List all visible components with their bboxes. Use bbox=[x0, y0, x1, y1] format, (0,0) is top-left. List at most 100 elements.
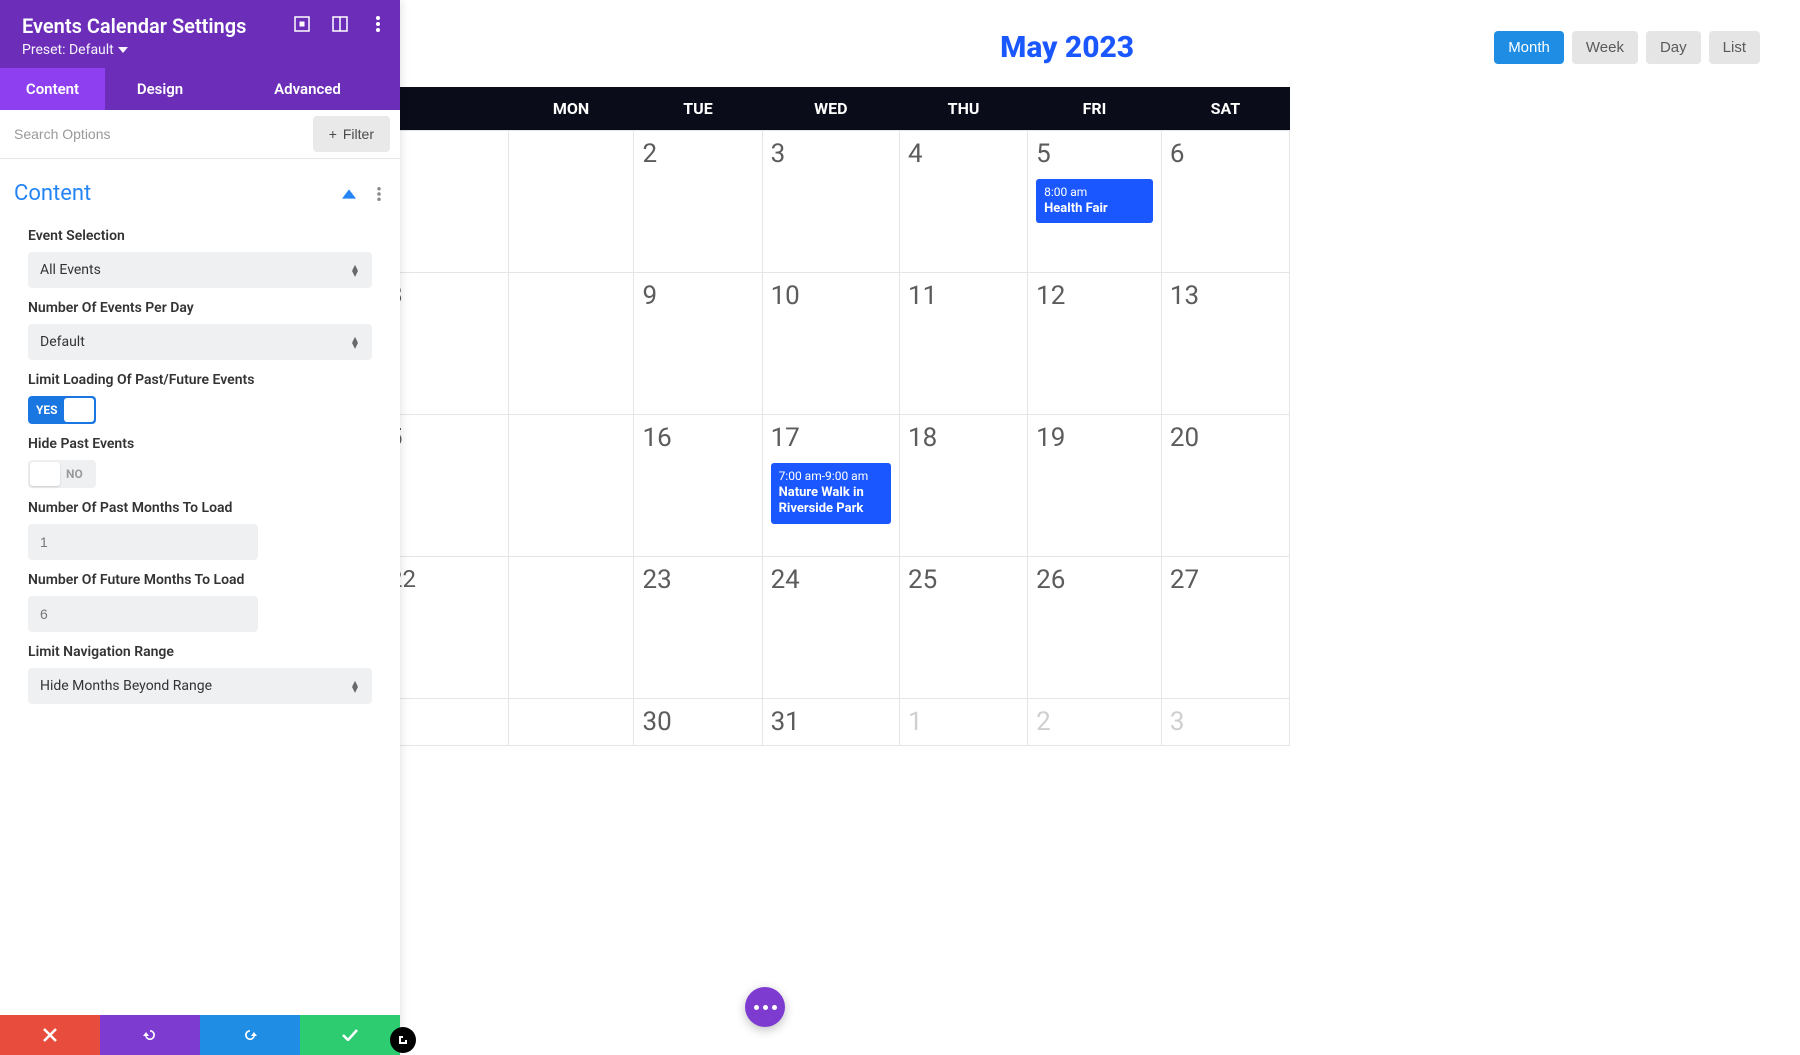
more-icon[interactable] bbox=[370, 16, 386, 36]
day-cell[interactable]: 25 bbox=[899, 557, 1027, 699]
input-future-months[interactable] bbox=[28, 596, 258, 632]
tab-content[interactable]: Content bbox=[0, 68, 105, 110]
tab-design[interactable]: Design bbox=[105, 68, 215, 110]
calendar-row: 5 16177:00 am-9:00 amNature Walk in River… bbox=[381, 415, 1290, 557]
label-future-months: Number Of Future Months To Load bbox=[28, 572, 258, 588]
preset-label: Preset: Default bbox=[22, 42, 114, 58]
calendar-row: 222324252627 bbox=[381, 557, 1290, 699]
day-header: WED bbox=[762, 87, 899, 131]
day-cell[interactable]: 24 bbox=[762, 557, 899, 699]
day-number: 30 bbox=[642, 707, 753, 737]
day-number: 13 bbox=[1170, 281, 1281, 311]
day-cell[interactable]: 27 bbox=[1161, 557, 1289, 699]
day-cell[interactable] bbox=[508, 415, 634, 557]
day-cell[interactable] bbox=[508, 699, 634, 746]
day-cell[interactable]: 58:00 amHealth Fair bbox=[1028, 131, 1162, 273]
day-number: 31 bbox=[771, 707, 891, 737]
view-day[interactable]: Day bbox=[1646, 31, 1701, 64]
view-month[interactable]: Month bbox=[1494, 31, 1564, 64]
calendar-event[interactable]: 7:00 am-9:00 amNature Walk in Riverside … bbox=[771, 463, 891, 524]
day-cell[interactable]: 31 bbox=[762, 699, 899, 746]
label-hide-past: Hide Past Events bbox=[28, 436, 372, 452]
chevron-up-icon[interactable] bbox=[342, 187, 356, 201]
search-input[interactable] bbox=[0, 114, 313, 154]
panel-edge-toggle[interactable] bbox=[390, 1027, 416, 1053]
day-cell[interactable]: 3 bbox=[1161, 699, 1289, 746]
day-cell[interactable]: 10 bbox=[762, 273, 899, 415]
floating-menu-button[interactable] bbox=[745, 987, 785, 1027]
day-cell[interactable]: 2 bbox=[1028, 699, 1162, 746]
day-cell[interactable] bbox=[508, 273, 634, 415]
select-nav-range[interactable]: Hide Months Beyond Range bbox=[28, 668, 372, 704]
check-icon bbox=[342, 1029, 358, 1041]
day-cell[interactable]: 4 bbox=[899, 131, 1027, 273]
input-past-months[interactable] bbox=[28, 524, 258, 560]
view-list[interactable]: List bbox=[1709, 31, 1760, 64]
dot-icon bbox=[772, 1005, 777, 1010]
field-nav-range: Limit Navigation Range Hide Months Beyon… bbox=[28, 644, 372, 704]
calendar-event[interactable]: 8:00 amHealth Fair bbox=[1036, 179, 1153, 223]
plus-icon: + bbox=[329, 126, 337, 142]
calendar-title: May 2023 bbox=[640, 30, 1494, 65]
day-cell[interactable]: 19 bbox=[1028, 415, 1162, 557]
day-cell[interactable]: 177:00 am-9:00 amNature Walk in Riversid… bbox=[762, 415, 899, 557]
day-cell[interactable]: 9 bbox=[634, 273, 762, 415]
section-more-icon[interactable] bbox=[372, 187, 386, 201]
day-cell[interactable]: 13 bbox=[1161, 273, 1289, 415]
column-icon[interactable] bbox=[332, 16, 348, 36]
options-scroll[interactable]: Content Event Selection All Events ▴▾ Nu… bbox=[0, 159, 400, 1015]
day-header: MON bbox=[508, 87, 634, 131]
day-number: 5 bbox=[389, 423, 500, 451]
day-header: TUE bbox=[634, 87, 762, 131]
toggle-limit-loading[interactable]: YES bbox=[28, 396, 96, 424]
field-events-per-day: Number Of Events Per Day Default ▴▾ bbox=[28, 300, 372, 360]
day-cell[interactable]: 6 bbox=[1161, 131, 1289, 273]
day-cell[interactable]: 26 bbox=[1028, 557, 1162, 699]
day-cell[interactable]: 12 bbox=[1028, 273, 1162, 415]
day-cell[interactable]: 18 bbox=[899, 415, 1027, 557]
day-cell[interactable]: 3 bbox=[762, 131, 899, 273]
day-cell[interactable] bbox=[508, 131, 634, 273]
view-week[interactable]: Week bbox=[1572, 31, 1638, 64]
panel-header: Events Calendar Settings Preset: Default bbox=[0, 0, 400, 68]
toggle-hide-past[interactable]: NO bbox=[28, 460, 96, 488]
filter-button[interactable]: + Filter bbox=[313, 116, 390, 152]
day-cell[interactable]: 20 bbox=[1161, 415, 1289, 557]
day-cell[interactable]: 11 bbox=[899, 273, 1027, 415]
select-events-per-day[interactable]: Default bbox=[28, 324, 372, 360]
calendar-row: 23458:00 amHealth Fair 6 bbox=[381, 131, 1290, 273]
day-number: 6 bbox=[1170, 139, 1281, 169]
calendar-header: May 2023 Month Week Day List bbox=[400, 0, 1800, 87]
day-cell[interactable]: 1 bbox=[899, 699, 1027, 746]
day-header: SAT bbox=[1161, 87, 1289, 131]
toggle-off-text: NO bbox=[66, 467, 83, 481]
day-number: 26 bbox=[1036, 565, 1153, 595]
calendar-row: 8910111213 bbox=[381, 273, 1290, 415]
day-cell[interactable]: 30 bbox=[634, 699, 762, 746]
field-past-months: Number Of Past Months To Load bbox=[28, 500, 258, 560]
undo-button[interactable] bbox=[100, 1015, 200, 1055]
confirm-button[interactable] bbox=[300, 1015, 400, 1055]
day-number: 2 bbox=[1036, 707, 1153, 737]
day-number: 9 bbox=[642, 281, 753, 311]
day-cell[interactable]: 2 bbox=[634, 131, 762, 273]
expand-icon[interactable] bbox=[294, 16, 310, 36]
preset-dropdown[interactable]: Preset: Default bbox=[22, 42, 128, 58]
view-switch: Month Week Day List bbox=[1494, 31, 1760, 64]
settings-tabs: Content Design Advanced bbox=[0, 68, 400, 110]
day-number: 10 bbox=[771, 281, 891, 311]
close-button[interactable] bbox=[0, 1015, 100, 1055]
select-event-selection[interactable]: All Events bbox=[28, 252, 372, 288]
section-title: Content bbox=[14, 181, 91, 206]
day-number: 19 bbox=[1036, 423, 1153, 453]
field-hide-past: Hide Past Events NO bbox=[28, 436, 372, 488]
section-content-header[interactable]: Content bbox=[0, 171, 400, 216]
arrow-icon bbox=[397, 1034, 409, 1046]
tab-advanced[interactable]: Advanced bbox=[215, 68, 400, 110]
day-cell[interactable] bbox=[508, 557, 634, 699]
day-cell[interactable]: 23 bbox=[634, 557, 762, 699]
day-number: 25 bbox=[908, 565, 1019, 595]
redo-button[interactable] bbox=[200, 1015, 300, 1055]
day-cell[interactable]: 16 bbox=[634, 415, 762, 557]
day-number: 20 bbox=[1170, 423, 1281, 453]
